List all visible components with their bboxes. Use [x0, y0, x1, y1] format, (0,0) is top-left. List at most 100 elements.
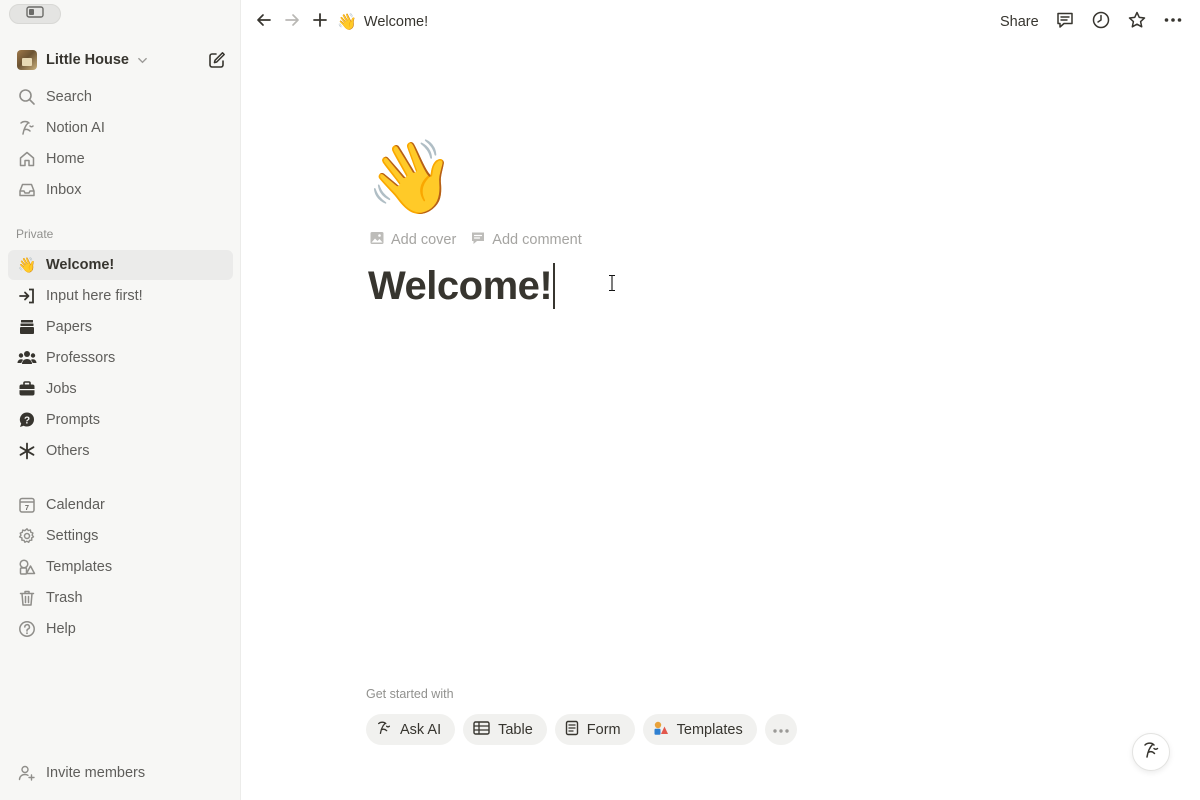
sidebar-item-home[interactable]: Home	[8, 144, 233, 174]
add-comment-button[interactable]: Add comment	[470, 230, 582, 250]
more-button[interactable]	[1162, 11, 1184, 33]
chip-label: Ask AI	[400, 721, 442, 738]
comment-filled-icon	[470, 230, 492, 250]
clock-icon	[1091, 10, 1111, 35]
templates-icon	[17, 557, 37, 577]
text-caret	[553, 263, 556, 309]
new-page-icon[interactable]	[207, 50, 227, 70]
arrow-right-icon	[283, 11, 301, 34]
workspace-switcher[interactable]: Little House	[8, 46, 234, 74]
home-icon	[17, 149, 37, 169]
table-button[interactable]: Table	[463, 714, 547, 745]
templates-button[interactable]: Templates	[642, 714, 757, 745]
sidebar-item-jobs[interactable]: Jobs	[8, 374, 233, 404]
sidebar-item-label: Search	[46, 89, 92, 105]
sidebar-item-notion-ai[interactable]: Notion AI	[8, 113, 233, 143]
sidebar-item-label: Invite members	[46, 765, 146, 781]
sidebar-item-input-here-first[interactable]: Input here first!	[8, 281, 233, 311]
arrow-left-icon	[255, 11, 273, 34]
breadcrumb-page-title: Welcome!	[363, 14, 429, 30]
sidebar-item-label: Welcome!	[46, 257, 115, 273]
table-icon	[473, 720, 498, 740]
notion-ai-button[interactable]	[1132, 733, 1170, 771]
sidebar-item-label: Professors	[46, 350, 116, 366]
sidebar-item-prompts[interactable]: ? Prompts	[8, 405, 233, 435]
sidebar-item-calendar[interactable]: 7 Calendar	[8, 490, 233, 520]
sidebar-item-label: Home	[46, 151, 85, 167]
main-content: 👋 Welcome! Share 👋 Add cover Add comment…	[241, 0, 1200, 800]
page-icon-waving-hand[interactable]: 👋	[366, 136, 456, 220]
form-button[interactable]: Form	[554, 714, 635, 745]
window-sidebar-toggle[interactable]	[9, 4, 61, 24]
invite-members-button[interactable]: Invite members	[8, 758, 233, 788]
more-horizontal-icon	[772, 722, 790, 738]
topbar: 👋 Welcome! Share	[241, 0, 1200, 44]
share-button[interactable]: Share	[1000, 11, 1039, 33]
sidebar-toggle-icon	[26, 5, 44, 23]
sidebar-item-label: Prompts	[46, 412, 100, 428]
asterisk-icon	[17, 441, 37, 461]
sidebar-item-label: Input here first!	[46, 288, 143, 304]
breadcrumb[interactable]: 👋 Welcome!	[337, 11, 428, 33]
comments-button[interactable]	[1054, 11, 1076, 33]
plus-icon	[312, 12, 328, 33]
add-comment-label: Add comment	[492, 232, 582, 248]
chevron-down-icon	[137, 55, 148, 66]
notion-ai-face-icon	[1141, 740, 1161, 765]
back-button[interactable]	[253, 11, 275, 33]
sidebar-item-label: Help	[46, 621, 76, 637]
sidebar-item-papers[interactable]: Papers	[8, 312, 233, 342]
ask-ai-button[interactable]: Ask AI	[366, 714, 456, 745]
inbox-icon	[17, 180, 37, 200]
page-title[interactable]: Welcome!	[368, 260, 556, 312]
sidebar-item-label: Jobs	[46, 381, 77, 397]
briefcase-icon	[17, 379, 37, 399]
get-started-label: Get started with	[366, 687, 454, 701]
waving-hand-icon: 👋	[337, 14, 357, 31]
form-icon	[565, 720, 587, 740]
star-icon	[1127, 10, 1147, 35]
sidebar-item-inbox[interactable]: Inbox	[8, 175, 233, 205]
notion-ai-icon	[17, 118, 37, 138]
more-horizontal-icon	[1163, 10, 1183, 35]
ibeam-cursor-icon	[606, 274, 618, 292]
new-tab-button[interactable]	[309, 11, 331, 33]
sidebar: Little House Search Notion AI Home Inbox…	[0, 0, 241, 800]
comment-icon	[1055, 10, 1075, 35]
sidebar-item-help[interactable]: Help	[8, 614, 233, 644]
updates-button[interactable]	[1090, 11, 1112, 33]
app-window: Little House Search Notion AI Home Inbox…	[0, 0, 1200, 800]
page-actions: Add cover Add comment	[369, 229, 596, 251]
add-cover-button[interactable]: Add cover	[369, 230, 456, 250]
login-icon	[17, 286, 37, 306]
calendar-icon: 7	[17, 495, 37, 515]
sidebar-item-label: Settings	[46, 528, 99, 544]
sidebar-item-search[interactable]: Search	[8, 82, 233, 112]
more-options-button[interactable]	[764, 714, 797, 745]
sidebar-item-welcome[interactable]: 👋 Welcome!	[8, 250, 233, 280]
sidebar-item-professors[interactable]: Professors	[8, 343, 233, 373]
question-bubble-icon: ?	[17, 410, 37, 430]
section-label-private[interactable]: Private	[16, 227, 53, 241]
chip-label: Form	[586, 721, 621, 738]
sidebar-item-others[interactable]: Others	[8, 436, 233, 466]
workspace-avatar	[17, 50, 37, 70]
search-icon	[17, 87, 37, 107]
image-icon	[369, 230, 391, 250]
sidebar-item-label: Inbox	[46, 182, 82, 198]
sidebar-item-label: Papers	[46, 319, 92, 335]
sidebar-item-templates[interactable]: Templates	[8, 552, 233, 582]
sidebar-item-trash[interactable]: Trash	[8, 583, 233, 613]
get-started-chips: Ask AI Table Form Templates	[366, 714, 797, 745]
trash-icon	[17, 588, 37, 608]
page-title-text: Welcome!	[368, 264, 553, 308]
chip-label: Table	[498, 721, 533, 738]
forward-button[interactable]	[281, 11, 303, 33]
sidebar-item-label: Calendar	[46, 497, 105, 513]
sidebar-item-settings[interactable]: Settings	[8, 521, 233, 551]
svg-text:7: 7	[25, 503, 29, 512]
templates-color-icon	[653, 720, 677, 740]
sidebar-item-label: Others	[46, 443, 90, 459]
waving-hand-icon: 👋	[17, 257, 37, 274]
favorite-button[interactable]	[1126, 11, 1148, 33]
